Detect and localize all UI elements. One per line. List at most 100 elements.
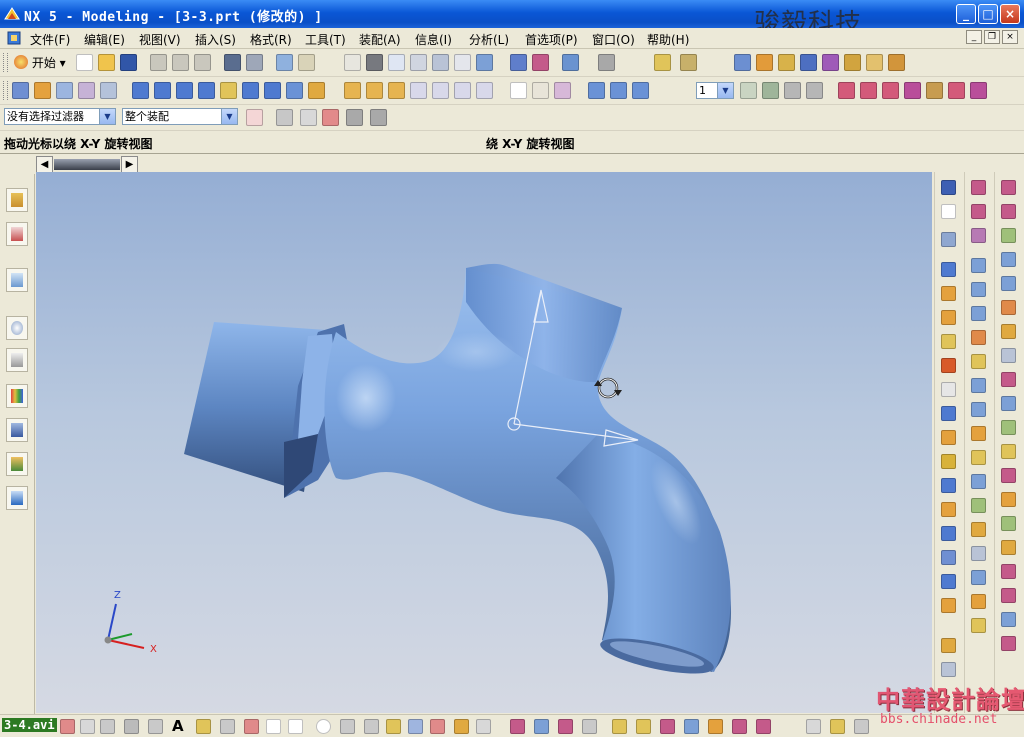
edit-icon-h[interactable]	[1001, 348, 1016, 363]
datum-axis-icon[interactable]	[532, 82, 549, 99]
curvature-icon[interactable]	[830, 719, 845, 734]
surface-icon-l[interactable]	[971, 450, 986, 465]
menu-insert[interactable]: 插入(S)	[195, 31, 236, 48]
web-browser-tab[interactable]	[6, 486, 28, 510]
surface-icon-q[interactable]	[971, 570, 986, 585]
snap-point-icon[interactable]	[246, 109, 263, 126]
surface-icon-e[interactable]	[971, 282, 986, 297]
faucet-model-canvas[interactable]	[36, 172, 932, 713]
edge-blend-icon[interactable]	[410, 82, 427, 99]
assembly-navigator-tab[interactable]	[6, 188, 28, 212]
surface-icon-2[interactable]	[610, 82, 627, 99]
curve-edit-icon[interactable]	[476, 719, 491, 734]
edit-icon-f[interactable]	[1001, 300, 1016, 315]
edit-icon-q[interactable]	[1001, 564, 1016, 579]
feature-icon-3[interactable]	[941, 310, 956, 325]
trim-body-icon[interactable]	[476, 82, 493, 99]
chevron-down-icon[interactable]: ▼	[717, 83, 733, 98]
chamfer-icon[interactable]	[432, 82, 449, 99]
part-navigator-tab[interactable]	[6, 222, 28, 246]
project-icon[interactable]	[386, 719, 401, 734]
snap-icon-8[interactable]	[888, 54, 905, 71]
surface-icon-s[interactable]	[971, 618, 986, 633]
trim-icon[interactable]	[124, 719, 139, 734]
join-icon[interactable]	[684, 719, 699, 734]
cut-icon[interactable]	[150, 54, 167, 71]
slot-icon[interactable]	[308, 82, 325, 99]
zoom-in-out-icon[interactable]	[410, 54, 427, 71]
csys-icon[interactable]	[970, 82, 987, 99]
rotate-icon[interactable]	[432, 54, 449, 71]
edit-icon-b[interactable]	[1001, 204, 1016, 219]
edit-icon-c[interactable]	[1001, 228, 1016, 243]
tube-icon[interactable]	[100, 82, 117, 99]
surface-icon-k[interactable]	[971, 426, 986, 441]
edit-icon-o[interactable]	[1001, 516, 1016, 531]
surface-icon-j[interactable]	[971, 402, 986, 417]
sphere-icon[interactable]	[198, 82, 215, 99]
edit-icon-d[interactable]	[1001, 252, 1016, 267]
toolbar-grip[interactable]	[3, 81, 8, 100]
select-all-icon[interactable]	[300, 109, 317, 126]
selection-filter-select[interactable]: 没有选择过滤器 ▼	[4, 108, 116, 125]
length-icon[interactable]	[732, 719, 747, 734]
menu-analysis[interactable]: 分析(L)	[469, 31, 509, 48]
menu-assemblies[interactable]: 装配(A)	[359, 31, 401, 48]
layer-visible-icon[interactable]	[762, 82, 779, 99]
feature-icon-6[interactable]	[941, 382, 956, 397]
line-icon[interactable]	[80, 719, 95, 734]
move-to-layer-icon[interactable]	[784, 82, 801, 99]
roles-tab[interactable]	[6, 452, 28, 476]
corner-icon[interactable]	[244, 719, 259, 734]
menu-format[interactable]: 格式(R)	[250, 31, 292, 48]
surface-icon-d[interactable]	[971, 258, 986, 273]
edit-icon-g[interactable]	[1001, 324, 1016, 339]
extract-icon[interactable]	[582, 719, 597, 734]
dimension-icon[interactable]	[196, 719, 211, 734]
edit-icon-m[interactable]	[1001, 468, 1016, 483]
doc-close-button[interactable]: ×	[1002, 30, 1018, 44]
surface-icon-f[interactable]	[971, 306, 986, 321]
wcs-rotate-icon[interactable]	[860, 82, 877, 99]
assembly-scope-select[interactable]: 整个装配 ▼	[122, 108, 238, 125]
arc-icon[interactable]	[340, 719, 355, 734]
copy-to-layer-icon[interactable]	[806, 82, 823, 99]
menu-tools[interactable]: 工具(T)	[305, 31, 346, 48]
circle-icon[interactable]	[316, 719, 331, 734]
unite-icon[interactable]	[344, 82, 361, 99]
fit-icon[interactable]	[344, 54, 361, 71]
feature-icon-1[interactable]	[941, 262, 956, 277]
text-tool-icon[interactable]: A	[172, 717, 184, 735]
surface-icon-b[interactable]	[971, 204, 986, 219]
document-icon[interactable]	[6, 30, 22, 46]
snap-icon-1[interactable]	[734, 54, 751, 71]
feature-icon-16[interactable]	[941, 638, 956, 653]
snap-icon-5[interactable]	[822, 54, 839, 71]
deselect-icon[interactable]	[276, 109, 293, 126]
menu-information[interactable]: 信息(I)	[415, 31, 452, 48]
shell-icon[interactable]	[454, 82, 471, 99]
graphics-window[interactable]: Z X	[36, 172, 932, 713]
pan-icon[interactable]	[454, 54, 471, 71]
palette-tab[interactable]	[6, 384, 28, 408]
snap-icon-2[interactable]	[756, 54, 773, 71]
history-tab[interactable]	[6, 316, 28, 340]
feature-icon-13[interactable]	[941, 550, 956, 565]
start-button[interactable]: 开始 ▾	[14, 54, 66, 71]
edit-icon-t[interactable]	[1001, 636, 1016, 651]
offset-icon[interactable]	[148, 719, 163, 734]
edit-icon-l[interactable]	[1001, 444, 1016, 459]
reuse-library-tab[interactable]	[6, 268, 28, 292]
save-icon[interactable]	[120, 54, 137, 71]
helix-icon[interactable]	[534, 719, 549, 734]
rectangle-sketch-icon[interactable]	[266, 719, 281, 734]
feature-icon-14[interactable]	[941, 574, 956, 589]
unwrap-icon[interactable]	[636, 719, 651, 734]
wcs-display-icon[interactable]	[948, 82, 965, 99]
wcs-dynamics-icon[interactable]	[904, 82, 921, 99]
maximize-button[interactable]: □	[978, 4, 998, 24]
surface-icon-m[interactable]	[971, 474, 986, 489]
menu-view[interactable]: 视图(V)	[139, 31, 181, 48]
combined-icon[interactable]	[660, 719, 675, 734]
system-materials-tab[interactable]	[6, 348, 28, 372]
